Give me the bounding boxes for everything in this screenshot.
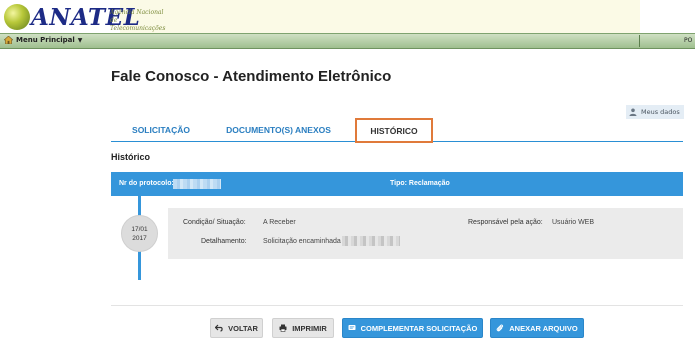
menu-bar: Menu Principal ▼ PO	[0, 33, 695, 49]
anexar-arquivo-button[interactable]: ANEXAR ARQUIVO	[490, 318, 584, 338]
imprimir-label: IMPRIMIR	[292, 323, 327, 333]
protocol-bar: Nr do protocolo: Tipo: Reclamação	[111, 172, 683, 196]
tab-solicitacao[interactable]: SOLICITAÇÃO	[121, 118, 201, 142]
meus-dados-link[interactable]: Meus dados	[626, 105, 684, 119]
header: ANATEL Agência Nacional de Telecomunicaç…	[0, 0, 695, 33]
page: ANATEL Agência Nacional de Telecomunicaç…	[0, 0, 695, 359]
logo-subtitle-line2: de Telecomunicações	[110, 17, 166, 32]
tab-documentos-anexos[interactable]: DOCUMENTO(S) ANEXOS	[221, 118, 336, 142]
history-date: 17/01 2017	[121, 215, 158, 252]
logo-subtitle: Agência Nacional de Telecomunicações	[110, 9, 165, 33]
logo-subtitle-line1: Agência Nacional	[110, 9, 164, 16]
home-icon	[4, 36, 13, 44]
page-title: Fale Conosco - Atendimento Eletrônico	[111, 68, 392, 85]
history-entry: Condição/ Situação: A Receber Responsáve…	[168, 208, 683, 259]
complementar-label: COMPLEMENTAR SOLICITAÇÃO	[360, 323, 478, 333]
protocol-label: Nr do protocolo:	[119, 180, 174, 187]
detalhamento-value: Solicitação encaminhada à	[263, 238, 347, 245]
voltar-label: VOLTAR	[228, 323, 258, 333]
anexar-label: ANEXAR ARQUIVO	[509, 323, 578, 333]
divider	[111, 305, 683, 306]
message-icon	[348, 325, 356, 330]
menu-separator	[639, 35, 640, 47]
menu-right-text[interactable]: PO	[684, 37, 692, 44]
condicao-label: Condição/ Situação:	[183, 219, 246, 226]
attach-icon	[496, 324, 504, 332]
responsavel-label: Responsável pela ação:	[468, 219, 543, 226]
chevron-down-icon: ▼	[77, 36, 83, 44]
menu-principal-label: Menu Principal	[16, 36, 75, 44]
tab-historico[interactable]: HISTÓRICO	[355, 118, 433, 143]
user-icon	[629, 108, 637, 116]
header-band	[120, 0, 640, 33]
detalhamento-label: Detalhamento:	[201, 238, 247, 245]
anatel-logo[interactable]: ANATEL Agência Nacional de Telecomunicaç…	[4, 3, 165, 33]
menu-principal[interactable]: Menu Principal ▼	[4, 36, 82, 44]
complementar-solicitacao-button[interactable]: COMPLEMENTAR SOLICITAÇÃO	[342, 318, 483, 338]
arrow-back-icon	[215, 324, 223, 332]
meus-dados-label: Meus dados	[641, 108, 680, 116]
history-date-day: 17/01	[131, 226, 148, 233]
tab-bar: SOLICITAÇÃO DOCUMENTO(S) ANEXOS HISTÓRIC…	[111, 118, 683, 143]
detalhamento-redacted	[342, 236, 400, 246]
printer-icon	[279, 324, 287, 332]
section-title: Histórico	[111, 152, 151, 162]
globe-icon	[4, 4, 30, 30]
responsavel-value: Usuário WEB	[552, 219, 595, 226]
condicao-value: A Receber	[263, 219, 296, 226]
imprimir-button[interactable]: IMPRIMIR	[272, 318, 334, 338]
protocol-number-redacted	[173, 179, 221, 189]
voltar-button[interactable]: VOLTAR	[210, 318, 263, 338]
history-date-year: 2017	[132, 235, 147, 242]
tipo-label: Tipo: Reclamação	[390, 180, 450, 187]
